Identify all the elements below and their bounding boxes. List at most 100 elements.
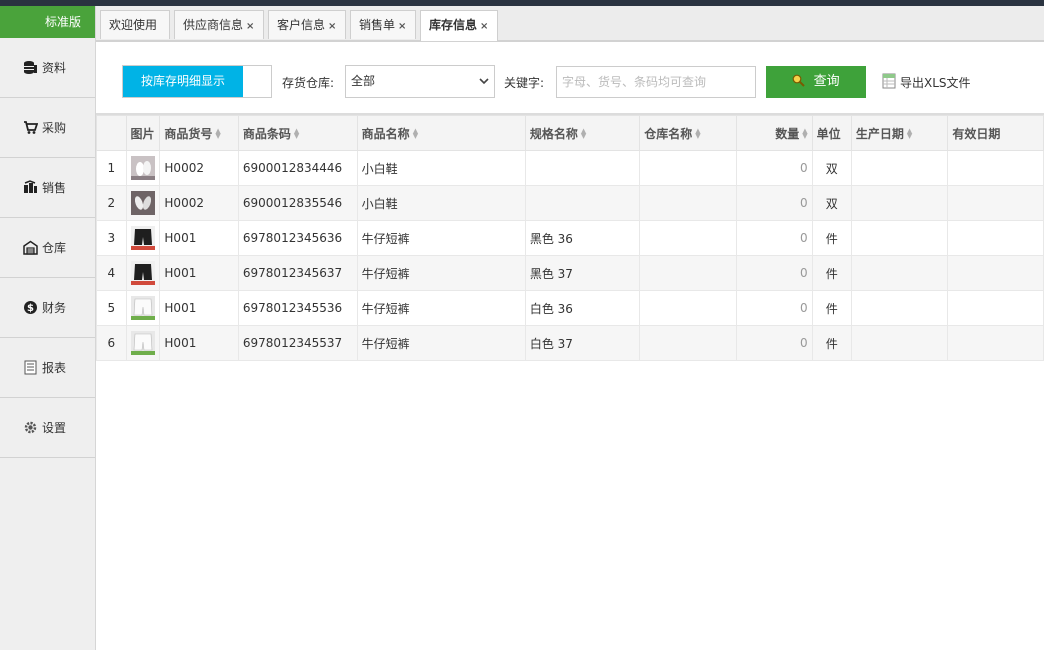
warehouse-select-value: 全部 xyxy=(351,74,376,88)
unit-cell: 件 xyxy=(811,290,852,326)
tab-customers[interactable]: 客户信息 × xyxy=(268,10,346,39)
column-header-production-date[interactable]: 生产日期 ▲ ▼ xyxy=(850,115,949,151)
cart-icon xyxy=(22,120,38,136)
table-row[interactable]: 1 H0002 6900012834446 小白鞋 0 双 xyxy=(96,150,1044,186)
tab-welcome[interactable]: 欢迎使用 xyxy=(100,10,170,39)
product-thumbnail[interactable] xyxy=(125,150,161,186)
sidebar-item-data[interactable]: 资料 xyxy=(0,38,95,98)
product-name-cell: 小白鞋 xyxy=(356,150,526,186)
sidebar-item-settings[interactable]: 设置 xyxy=(0,398,95,458)
sidebar-item-finance[interactable]: $ 财务 xyxy=(0,278,95,338)
table-row[interactable]: 3 H001 6978012345636 牛仔短裤 黑色 36 0 件 xyxy=(96,220,1044,256)
row-number: 1 xyxy=(96,150,127,186)
expiry-date-cell xyxy=(947,325,1044,361)
column-header-code[interactable]: 商品货号 ▲ ▼ xyxy=(159,115,239,151)
expiry-date-cell xyxy=(947,255,1044,291)
tab-sales-order[interactable]: 销售单 × xyxy=(350,10,416,39)
column-header-unit: 单位 xyxy=(811,115,852,151)
unit-cell: 双 xyxy=(811,185,852,221)
product-thumbnail[interactable] xyxy=(125,220,161,256)
sort-icon: ▲ ▼ xyxy=(293,127,300,140)
spec-cell: 白色 37 xyxy=(524,325,641,361)
product-code-cell: H001 xyxy=(159,220,239,256)
table-row[interactable]: 6 H001 6978012345537 牛仔短裤 白色 37 0 件 xyxy=(96,325,1044,361)
product-code-cell: H001 xyxy=(159,290,239,326)
product-thumbnail[interactable] xyxy=(125,290,161,326)
column-header-barcode[interactable]: 商品条码 ▲ ▼ xyxy=(237,115,358,151)
sidebar-item-label: 财务 xyxy=(42,301,67,315)
close-icon[interactable]: × xyxy=(398,21,406,32)
tab-suppliers[interactable]: 供应商信息 × xyxy=(174,10,264,39)
query-button[interactable]: 查询 xyxy=(766,66,866,98)
quantity-cell: 0 xyxy=(735,150,813,186)
unit-cell: 件 xyxy=(811,220,852,256)
sort-icon: ▲ ▼ xyxy=(412,127,419,140)
close-icon[interactable]: × xyxy=(480,21,488,32)
warehouse-cell xyxy=(639,150,737,186)
tab-bar: 欢迎使用 供应商信息 × 客户信息 × 销售单 × 库存信息 × xyxy=(96,6,1044,42)
sort-icon: ▲ ▼ xyxy=(906,127,913,140)
spec-cell: 白色 36 xyxy=(524,290,641,326)
warehouse-select[interactable]: 全部 xyxy=(345,65,495,98)
column-header-quantity[interactable]: 数量 ▲ ▼ xyxy=(735,115,813,151)
dollar-icon: $ xyxy=(22,300,38,316)
barcode-cell: 6978012345637 xyxy=(237,255,358,291)
export-xls-label: 导出XLS文件 xyxy=(900,76,971,90)
report-icon xyxy=(22,360,38,376)
quantity-cell: 0 xyxy=(735,185,813,221)
close-icon[interactable]: × xyxy=(328,21,336,32)
production-date-cell xyxy=(850,185,949,221)
svg-text:$: $ xyxy=(27,303,34,314)
row-number: 6 xyxy=(96,325,127,361)
keyword-input[interactable]: 字母、货号、条码均可查询 xyxy=(556,66,756,98)
row-number-header xyxy=(96,115,127,151)
product-thumbnail[interactable] xyxy=(125,325,161,361)
spec-cell: 黑色 37 xyxy=(524,255,641,291)
inventory-detail-toggle[interactable]: 按库存明细显示 xyxy=(122,65,272,98)
export-xls-link[interactable]: 导出XLS文件 xyxy=(882,73,971,92)
edition-badge: 标准版 xyxy=(0,6,95,38)
expiry-date-cell xyxy=(947,150,1044,186)
warehouse-icon xyxy=(22,240,38,256)
table-row[interactable]: 5 H001 6978012345536 牛仔短裤 白色 36 0 件 xyxy=(96,290,1044,326)
table-row[interactable]: 4 H001 6978012345637 牛仔短裤 黑色 37 0 件 xyxy=(96,255,1044,291)
gear-icon xyxy=(22,420,38,436)
product-name-cell: 牛仔短裤 xyxy=(356,325,526,361)
inventory-grid: 图片 商品货号 ▲ ▼ 商品条码 ▲ ▼ 商品名称 ▲ ▼ 规格名称 ▲ ▼ 仓库名称 ▲ ▼ 数量… xyxy=(96,113,1044,362)
column-header-spec[interactable]: 规格名称 ▲ ▼ xyxy=(524,115,641,151)
column-header-image: 图片 xyxy=(125,115,161,151)
quantity-cell: 0 xyxy=(735,220,813,256)
product-thumbnail[interactable] xyxy=(125,255,161,291)
tab-label: 库存信息 xyxy=(429,18,478,32)
row-number: 3 xyxy=(96,220,127,256)
sort-icon: ▲ ▼ xyxy=(580,127,587,140)
unit-cell: 件 xyxy=(811,325,852,361)
tab-inventory[interactable]: 库存信息 × xyxy=(420,10,498,41)
expiry-date-cell xyxy=(947,185,1044,221)
chevron-down-icon xyxy=(478,66,490,109)
sidebar-item-purchase[interactable]: 采购 xyxy=(0,98,95,158)
column-header-warehouse[interactable]: 仓库名称 ▲ ▼ xyxy=(639,115,737,151)
quantity-cell: 0 xyxy=(735,325,813,361)
search-icon xyxy=(792,68,806,100)
table-row[interactable]: 2 H0002 6900012835546 小白鞋 0 双 xyxy=(96,185,1044,221)
column-header-name[interactable]: 商品名称 ▲ ▼ xyxy=(356,115,526,151)
close-icon[interactable]: × xyxy=(246,21,254,32)
product-name-cell: 牛仔短裤 xyxy=(356,220,526,256)
product-thumbnail[interactable] xyxy=(125,185,161,221)
production-date-cell xyxy=(850,150,949,186)
warehouse-cell xyxy=(639,325,737,361)
sidebar-item-label: 报表 xyxy=(42,361,67,375)
quantity-cell: 0 xyxy=(735,290,813,326)
spreadsheet-icon xyxy=(882,73,896,92)
sidebar-item-label: 设置 xyxy=(42,421,67,435)
product-code-cell: H0002 xyxy=(159,150,239,186)
production-date-cell xyxy=(850,255,949,291)
sales-icon xyxy=(22,180,38,196)
column-header-expiry-date[interactable]: 有效日期 xyxy=(947,115,1044,151)
sidebar-item-reports[interactable]: 报表 xyxy=(0,338,95,398)
query-button-label: 查询 xyxy=(813,74,840,89)
sidebar-item-warehouse[interactable]: 仓库 xyxy=(0,218,95,278)
warehouse-label: 存货仓库: xyxy=(282,76,335,90)
sidebar-item-sales[interactable]: 销售 xyxy=(0,158,95,218)
